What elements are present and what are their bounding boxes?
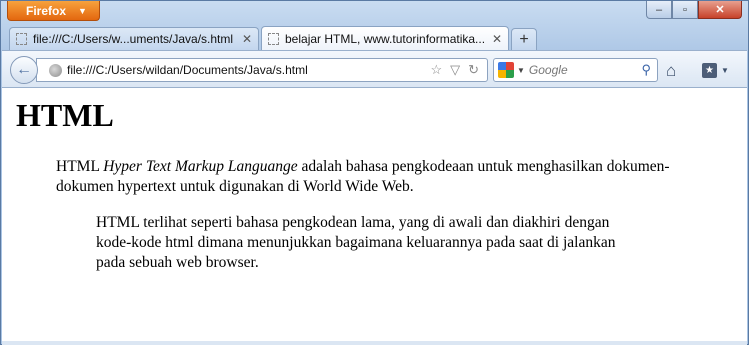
- window-controls: – ▫ ✕: [646, 1, 742, 19]
- bookmarks-menu-icon: ★: [702, 62, 717, 78]
- bookmarks-menu-button[interactable]: ★ ▼: [702, 60, 736, 80]
- tab-file[interactable]: file:///C:/Users/w...uments/Java/s.html …: [9, 27, 259, 50]
- page-icon: [16, 33, 27, 45]
- globe-icon: [49, 63, 62, 77]
- reload-icon[interactable]: ↻: [468, 62, 479, 78]
- tab-label: file:///C:/Users/w...uments/Java/s.html: [33, 32, 234, 46]
- status-bar: [2, 341, 747, 345]
- firefox-menu-button[interactable]: Firefox ▼: [7, 1, 100, 21]
- tab-belajar-html[interactable]: belajar HTML, www.tutorinformatika.... ✕: [261, 26, 509, 50]
- minimize-button[interactable]: –: [646, 1, 672, 19]
- navigation-toolbar: file:///C:/Users/wildan/Documents/Java/s…: [2, 50, 747, 88]
- page-icon: [268, 32, 279, 45]
- firefox-menu-label: Firefox: [26, 3, 67, 18]
- maximize-icon: ▫: [683, 3, 687, 16]
- home-icon: ⌂: [666, 61, 677, 80]
- minimize-icon: –: [655, 3, 663, 16]
- bookmark-star-icon[interactable]: ☆: [430, 62, 442, 78]
- intro-lead: HTML: [56, 158, 104, 175]
- search-icon[interactable]: ⚲: [641, 62, 651, 78]
- search-bar[interactable]: ▼ Google ⚲: [493, 58, 658, 82]
- back-button[interactable]: ←: [10, 56, 38, 84]
- close-button[interactable]: ✕: [698, 1, 742, 19]
- tab-strip: file:///C:/Users/w...uments/Java/s.html …: [9, 26, 537, 50]
- search-input[interactable]: Google: [529, 63, 642, 77]
- google-icon[interactable]: [498, 62, 514, 78]
- close-icon: ✕: [715, 4, 725, 16]
- description-paragraph: HTML terlihat seperti bahasa pengkodean …: [96, 214, 616, 271]
- address-bar[interactable]: file:///C:/Users/wildan/Documents/Java/s…: [36, 58, 488, 82]
- tab-close-icon[interactable]: ✕: [242, 32, 252, 46]
- intro-italic-term: Hyper Text Markup Languange: [103, 158, 298, 175]
- tab-close-icon[interactable]: ✕: [492, 32, 502, 46]
- plus-icon: +: [519, 30, 529, 48]
- chevron-down-icon: ▼: [78, 5, 87, 16]
- back-arrow-icon: ←: [16, 61, 32, 78]
- home-button[interactable]: ⌂: [666, 61, 676, 81]
- new-tab-button[interactable]: +: [511, 28, 537, 50]
- page-heading: HTML: [16, 97, 114, 133]
- history-dropdown-icon[interactable]: ▽: [450, 62, 460, 78]
- search-engine-dropdown-icon[interactable]: ▼: [517, 66, 525, 75]
- intro-paragraph: HTML Hyper Text Markup Languange adalah …: [56, 157, 706, 197]
- maximize-button[interactable]: ▫: [672, 1, 698, 19]
- chevron-down-icon: ▼: [721, 65, 729, 75]
- url-text[interactable]: file:///C:/Users/wildan/Documents/Java/s…: [67, 63, 430, 77]
- page-content: HTML HTML Hyper Text Markup Languange ad…: [2, 88, 747, 341]
- browser-window: Firefox ▼ – ▫ ✕ file:///C:/Users/w...ume…: [0, 0, 749, 345]
- tab-label: belajar HTML, www.tutorinformatika....: [285, 31, 486, 46]
